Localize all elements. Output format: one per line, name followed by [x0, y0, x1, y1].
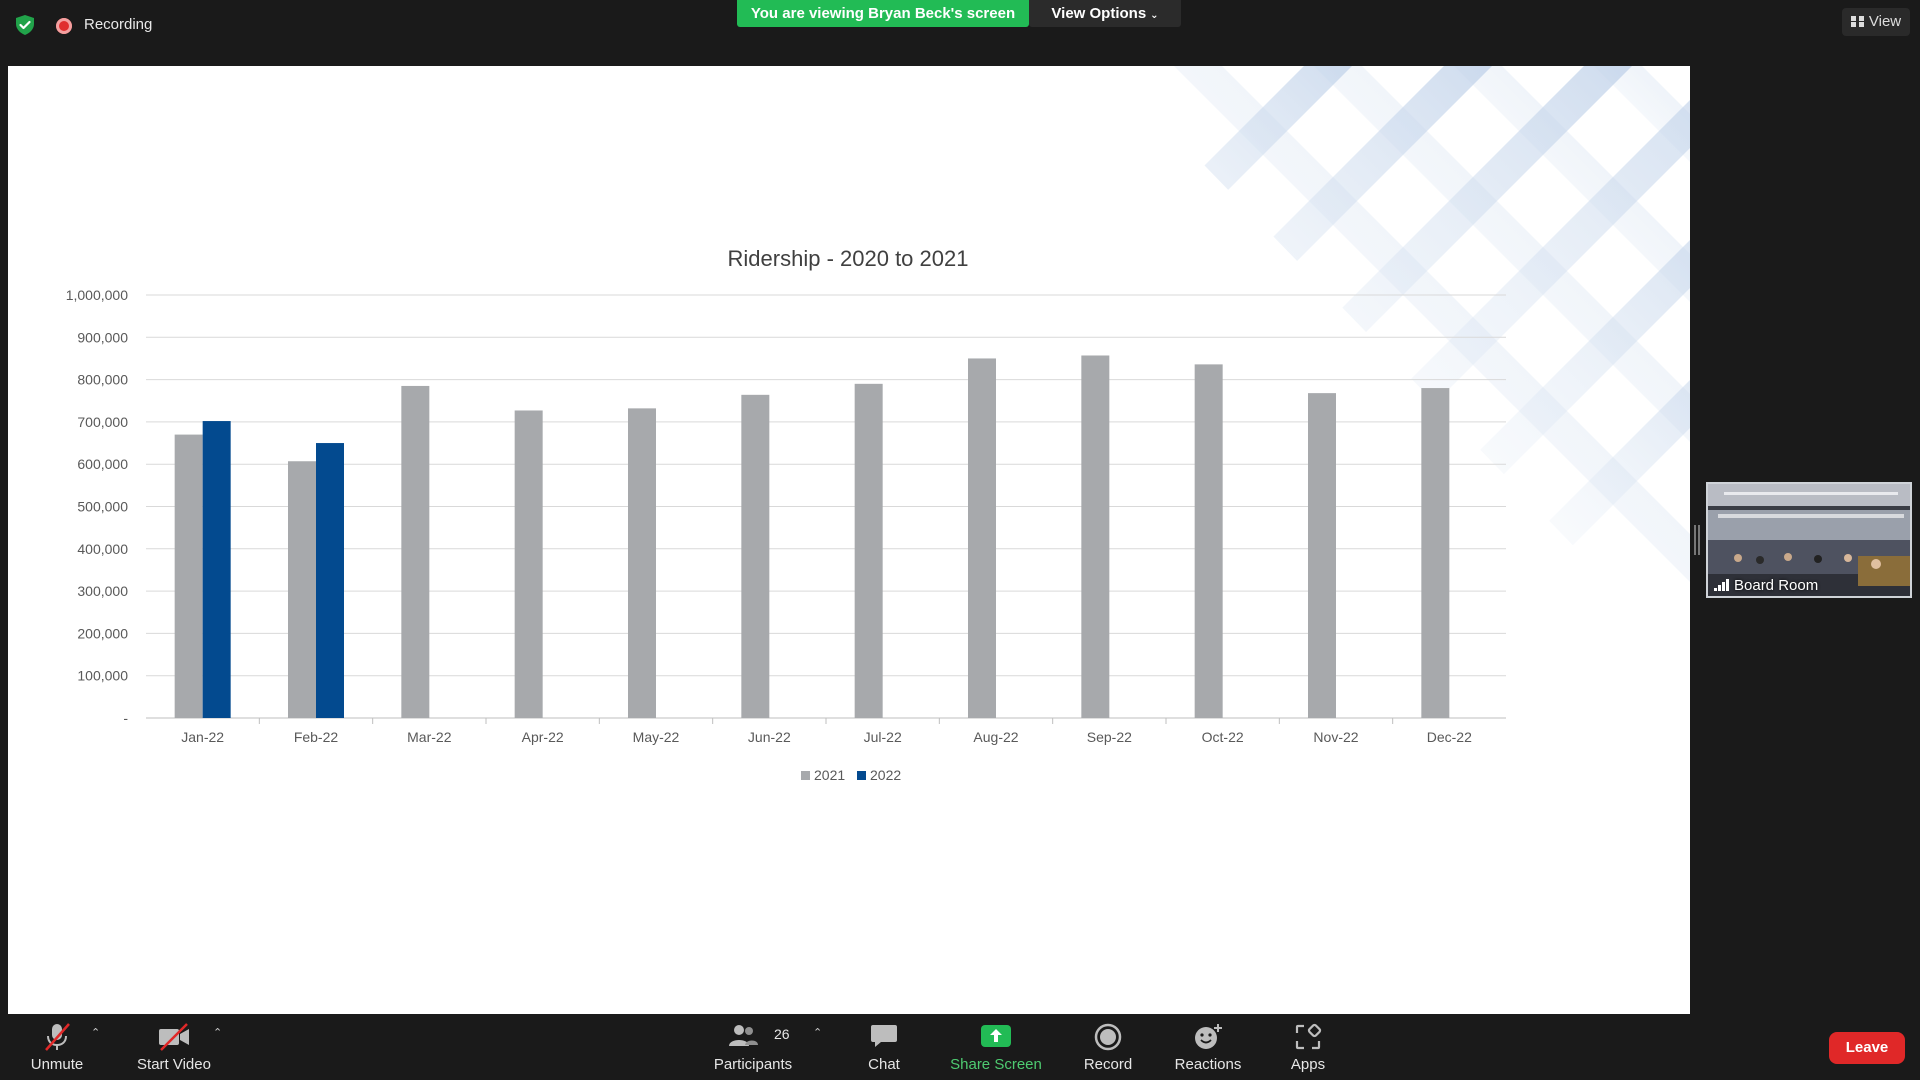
- legend-label-2022: 2022: [870, 767, 901, 783]
- audio-options-caret-icon[interactable]: ⌃: [91, 1026, 100, 1039]
- record-label: Record: [1083, 1056, 1133, 1073]
- apps-label: Apps: [1290, 1056, 1326, 1073]
- legend-swatch-2021: [801, 771, 810, 780]
- bar-2022-Feb-22: [316, 443, 344, 718]
- y-tick-label: 1,000,000: [66, 287, 128, 303]
- participants-icon: [729, 1025, 758, 1046]
- x-tick-label: Oct-22: [1202, 729, 1244, 745]
- leave-button[interactable]: Leave: [1829, 1032, 1905, 1064]
- chart-bars: [174, 355, 1450, 718]
- chat-label: Chat: [868, 1056, 900, 1073]
- y-tick-label: 600,000: [77, 456, 128, 472]
- unmute-button[interactable]: Unmute: [14, 1014, 100, 1080]
- y-tick-label: -: [123, 710, 128, 726]
- bar-2021-Jun-22: [741, 394, 770, 718]
- video-options-caret-icon[interactable]: ⌃: [213, 1026, 222, 1039]
- x-tick-label: May-22: [633, 729, 680, 745]
- meeting-top-bar: Recording You are viewing Bryan Beck's s…: [0, 0, 1920, 66]
- bar-2021-Dec-22: [1421, 388, 1450, 718]
- view-options-label: View Options: [1051, 5, 1147, 22]
- video-camera-off-icon: [159, 1023, 189, 1051]
- record-icon: [1094, 1023, 1122, 1051]
- chart-gridlines: [146, 294, 1506, 719]
- y-tick-label: 400,000: [77, 541, 128, 557]
- x-tick-label: Jul-22: [864, 729, 902, 745]
- y-tick-label: 700,000: [77, 414, 128, 430]
- bar-2021-Oct-22: [1194, 364, 1223, 718]
- bar-2021-Jan-22: [174, 434, 203, 718]
- bar-2021-Feb-22: [288, 461, 316, 718]
- shield-icon[interactable]: [14, 14, 36, 36]
- share-screen-icon: [981, 1025, 1011, 1047]
- share-screen-button[interactable]: Share Screen: [945, 1014, 1047, 1080]
- viewing-screen-banner: You are viewing Bryan Beck's screen: [737, 0, 1029, 27]
- smiley-add-icon: [1195, 1024, 1222, 1049]
- participant-count: 26: [774, 1026, 790, 1042]
- bar-2021-Apr-22: [514, 410, 543, 718]
- chat-button[interactable]: Chat: [848, 1014, 920, 1080]
- participant-name-label: Board Room: [1714, 577, 1818, 594]
- y-tick-label: 100,000: [77, 668, 128, 684]
- chart-y-axis: - 100,000 200,000 300,000 400,000 500,000 600,…: [66, 287, 129, 726]
- bar-2021-May-22: [628, 408, 656, 718]
- x-tick-label: Mar-22: [407, 729, 452, 745]
- chart-title: Ridership - 2020 to 2021: [728, 246, 969, 271]
- x-tick-label: Dec-22: [1427, 729, 1472, 745]
- x-tick-label: Nov-22: [1313, 729, 1358, 745]
- reactions-button[interactable]: Reactions: [1168, 1014, 1248, 1080]
- apps-icon: [1295, 1023, 1322, 1050]
- chevron-down-icon: ⌄: [1150, 10, 1159, 21]
- x-tick-label: Aug-22: [973, 729, 1018, 745]
- ridership-bar-chart: Ridership - 2020 to 2021 - 100,000 200,000…: [66, 246, 1506, 783]
- legend-swatch-2022: [857, 771, 866, 780]
- bar-2021-Nov-22: [1308, 393, 1336, 718]
- bar-2021-Jul-22: [854, 383, 883, 718]
- chat-bubble-icon: [871, 1025, 897, 1047]
- record-button[interactable]: Record: [1072, 1014, 1144, 1080]
- unmute-label: Unmute: [30, 1056, 84, 1073]
- y-tick-label: 900,000: [77, 329, 128, 345]
- recording-label: Recording: [84, 16, 153, 33]
- bar-2021-Mar-22: [401, 385, 430, 718]
- start-video-button[interactable]: Start Video: [128, 1014, 220, 1080]
- x-tick-label: Jan-22: [181, 729, 224, 745]
- microphone-muted-icon: [45, 1023, 70, 1051]
- view-button[interactable]: View: [1842, 8, 1910, 36]
- legend-label-2021: 2021: [814, 767, 845, 783]
- reactions-label: Reactions: [1174, 1056, 1242, 1073]
- share-screen-label: Share Screen: [950, 1056, 1042, 1073]
- bar-2021-Aug-22: [968, 358, 996, 718]
- chart-legend: 2021 2022: [801, 767, 901, 783]
- y-tick-label: 200,000: [77, 625, 128, 641]
- apps-button[interactable]: Apps: [1272, 1014, 1344, 1080]
- signal-strength-icon: [1714, 579, 1730, 591]
- bar-2022-Jan-22: [202, 421, 231, 718]
- recording-icon: [56, 18, 72, 34]
- x-tick-label: Feb-22: [294, 729, 339, 745]
- x-tick-label: Jun-22: [748, 729, 791, 745]
- thumbnail-resize-handle[interactable]: [1694, 525, 1700, 555]
- participants-button[interactable]: 26 Participants: [708, 1014, 798, 1080]
- participants-options-caret-icon[interactable]: ⌃: [813, 1026, 822, 1039]
- meeting-controls-bar: Unmute ⌃ Start Video ⌃ 26 Participants ⌃…: [0, 1014, 1920, 1080]
- participants-label: Participants: [713, 1056, 793, 1073]
- gallery-view-icon: [1850, 16, 1864, 27]
- view-options-button[interactable]: View Options ⌄: [1029, 0, 1181, 27]
- participant-video-tile[interactable]: Board Room: [1706, 482, 1912, 598]
- y-tick-label: 300,000: [77, 583, 128, 599]
- y-tick-label: 800,000: [77, 372, 128, 388]
- start-video-label: Start Video: [137, 1056, 211, 1073]
- participant-name: Board Room: [1734, 577, 1819, 594]
- chart-x-axis: Jan-22 Feb-22 Mar-22 Apr-22 May-22 Jun-22 Jul-…: [181, 718, 1472, 745]
- shared-screen: Ridership - 2020 to 2021 - 100,000 200,000…: [8, 66, 1690, 1014]
- x-tick-label: Apr-22: [522, 729, 564, 745]
- x-tick-label: Sep-22: [1087, 729, 1132, 745]
- y-tick-label: 500,000: [77, 499, 128, 515]
- view-label: View: [1868, 13, 1902, 30]
- bar-2021-Sep-22: [1081, 355, 1110, 718]
